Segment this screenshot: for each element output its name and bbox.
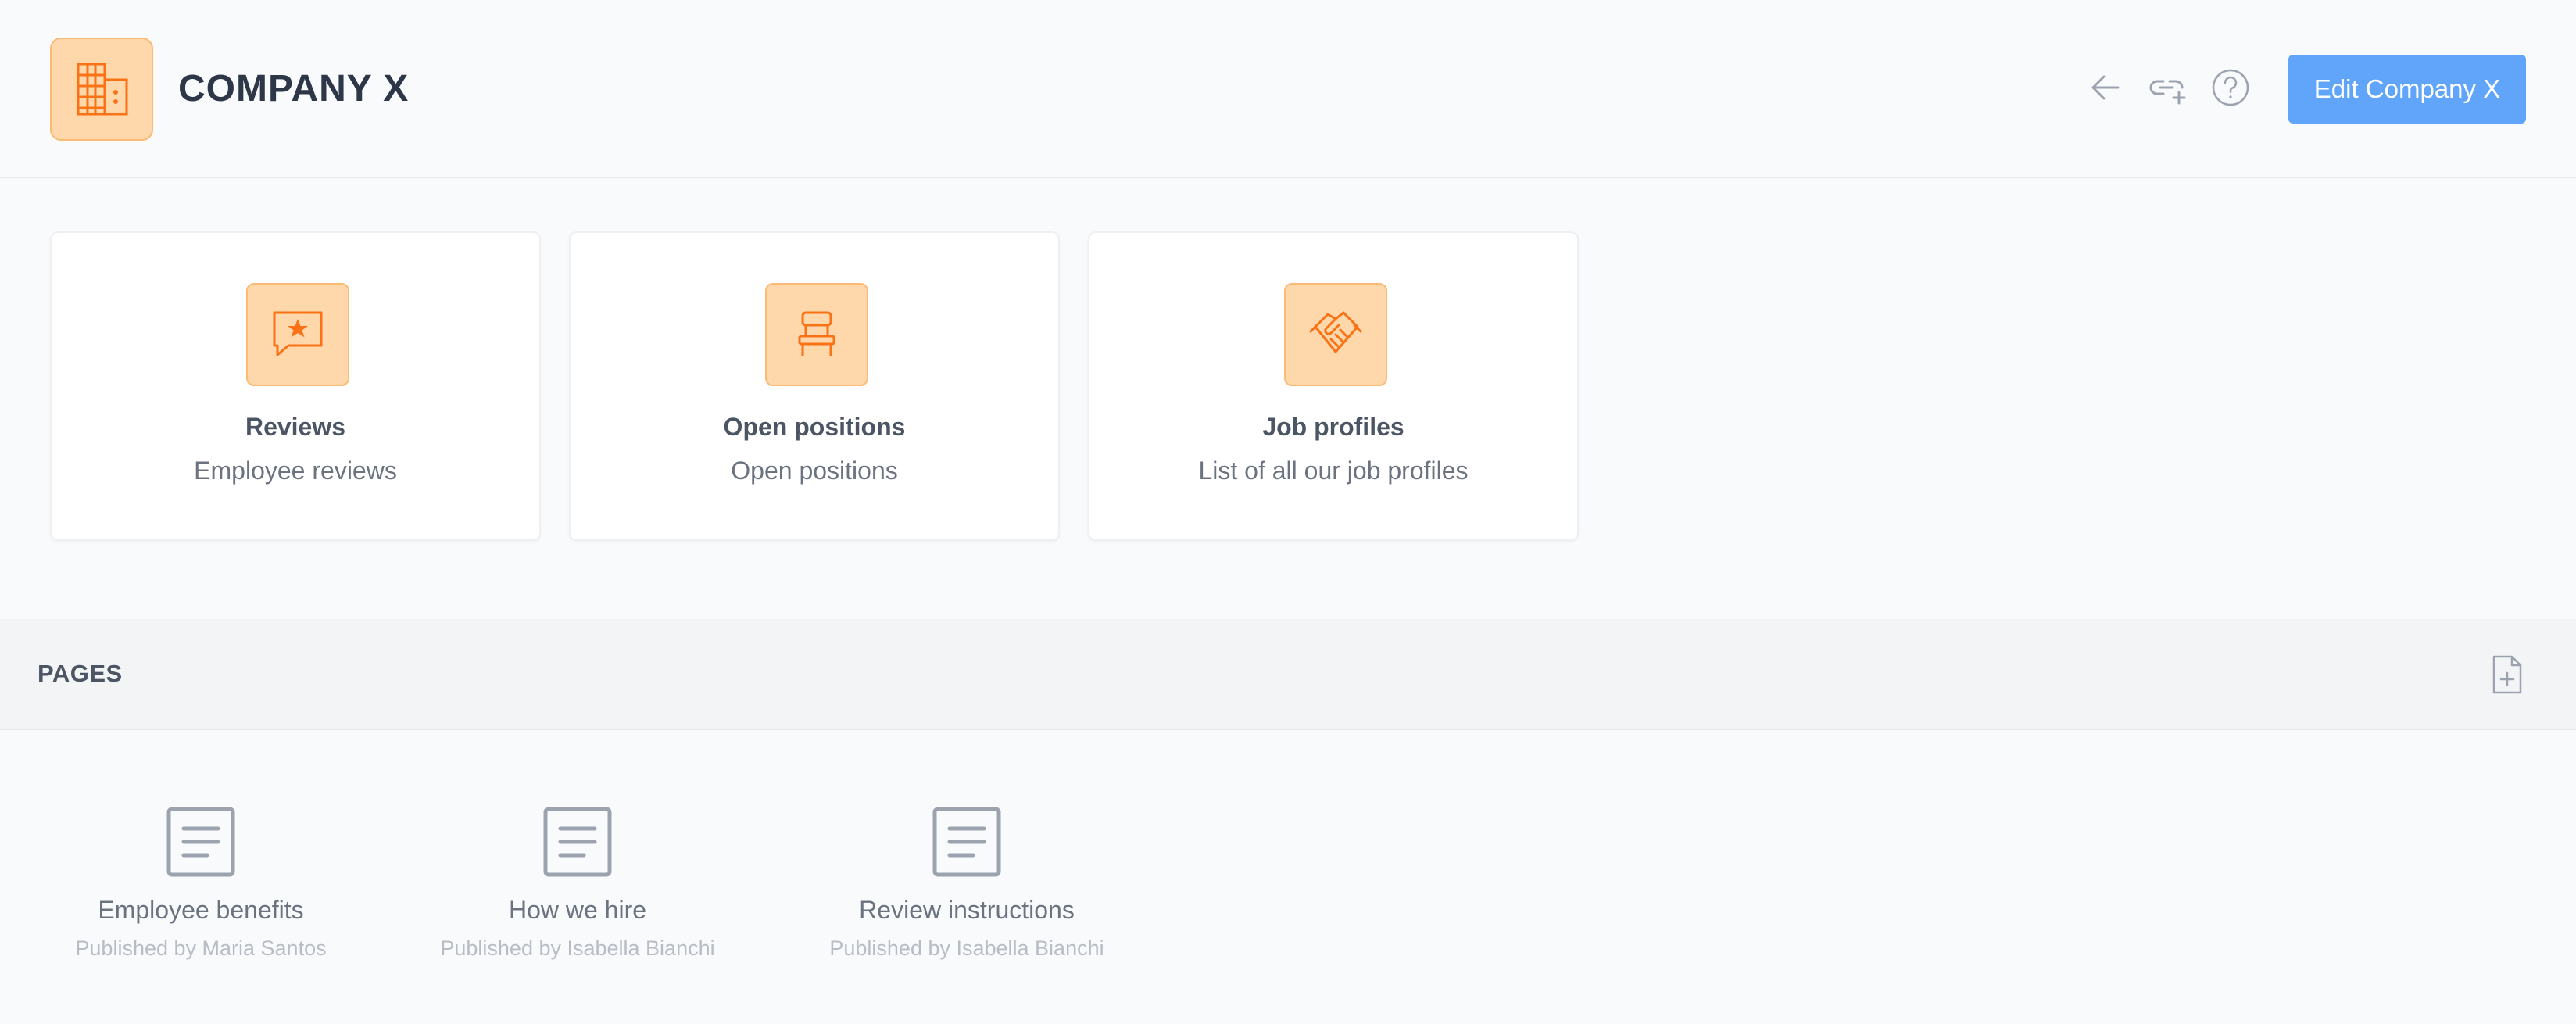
section-title: PAGES xyxy=(38,660,123,687)
page-header: COMPANY X Edit Company X xyxy=(0,0,2576,178)
card-icon-box xyxy=(765,283,868,386)
page-item[interactable]: How we hire Published by Isabella Bianch… xyxy=(413,805,742,961)
building-icon xyxy=(77,63,128,116)
chair-icon xyxy=(798,311,835,356)
card-subtitle: List of all our job profiles xyxy=(1198,457,1469,485)
card-icon-box xyxy=(246,283,349,386)
copy-link-button[interactable] xyxy=(2146,66,2190,109)
page-meta: Published by Isabella Bianchi xyxy=(440,936,715,960)
help-icon xyxy=(2212,69,2249,106)
page-name: How we hire xyxy=(508,896,647,924)
help-button[interactable] xyxy=(2209,66,2252,109)
page-name: Employee benefits xyxy=(98,896,304,924)
link-add-icon xyxy=(2149,80,2186,105)
card-title: Open positions xyxy=(723,413,906,441)
card-reviews[interactable]: Reviews Employee reviews xyxy=(50,231,541,541)
page-meta: Published by Isabella Bianchi xyxy=(829,936,1104,960)
card-subtitle: Open positions xyxy=(731,457,898,485)
document-icon xyxy=(543,807,612,877)
document-icon xyxy=(166,807,235,877)
card-open-positions[interactable]: Open positions Open positions xyxy=(569,231,1060,541)
card-job-profiles[interactable]: Job profiles List of all our job profile… xyxy=(1088,231,1579,541)
card-title: Reviews xyxy=(245,413,346,441)
card-icon-box xyxy=(1284,283,1387,386)
add-page-button[interactable] xyxy=(2485,647,2529,702)
edit-company-button[interactable]: Edit Company X xyxy=(2288,55,2526,124)
pages-section-header: PAGES xyxy=(0,619,2576,730)
company-logo xyxy=(50,38,153,141)
page-title: COMPANY X xyxy=(178,68,410,109)
card-subtitle: Employee reviews xyxy=(194,457,397,485)
handshake-icon xyxy=(1309,311,1362,353)
page-item[interactable]: Review instructions Published by Isabell… xyxy=(803,805,1131,961)
page-meta: Published by Maria Santos xyxy=(75,936,327,960)
chat-star-icon xyxy=(273,311,323,356)
document-icon xyxy=(932,807,1001,877)
card-title: Job profiles xyxy=(1262,413,1404,441)
page-item[interactable]: Employee benefits Published by Maria San… xyxy=(37,805,365,961)
back-arrow-icon xyxy=(2091,75,2120,100)
add-page-icon xyxy=(2492,655,2522,694)
back-button[interactable] xyxy=(2084,66,2127,109)
page-name: Review instructions xyxy=(859,896,1075,924)
